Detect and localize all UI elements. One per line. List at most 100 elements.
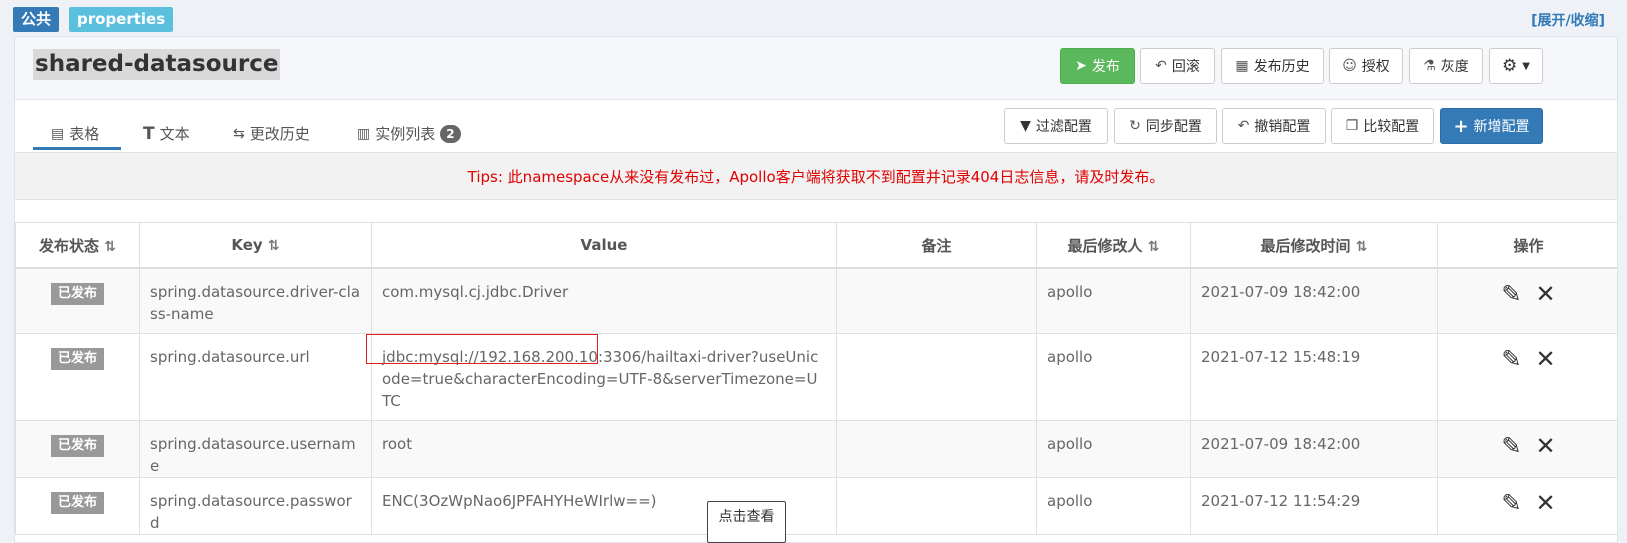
delete-icon[interactable]: ✕ <box>1536 433 1556 459</box>
panel-header: shared-datasource ➤ 发布 ↶ 回滚 ▦ 发布历史 ☺ 授权 … <box>15 37 1617 100</box>
tab-table[interactable]: ▤ 表格 <box>51 123 99 144</box>
cell-modifier: apollo <box>1036 332 1191 421</box>
table-row: 已发布 spring.datasource.url jdbc:mysql://1… <box>15 332 1617 421</box>
header-key[interactable]: Key ⇅ <box>139 222 372 269</box>
namespace-topbar: 公共 properties [展开/收缩] <box>0 0 1627 36</box>
cell-modifier: apollo <box>1036 267 1191 334</box>
sync-config-button[interactable]: ↻ 同步配置 <box>1114 108 1217 144</box>
rollback-button[interactable]: ↶ 回滚 <box>1140 48 1215 84</box>
cell-key: spring.datasource.username <box>139 419 372 478</box>
cell-comment <box>836 476 1037 535</box>
format-tag: properties <box>69 7 174 32</box>
filter-config-button[interactable]: ▼ 过滤配置 <box>1004 108 1108 144</box>
tab-text-label: 文本 <box>159 125 190 143</box>
revoke-config-button[interactable]: ↶ 撤销配置 <box>1222 108 1326 144</box>
active-tab-indicator <box>33 147 121 150</box>
exchange-icon: ⇆ <box>233 125 245 142</box>
sort-icon: ⇅ <box>1147 238 1160 255</box>
tab-change-history-label: 更改历史 <box>249 125 310 143</box>
flask-icon: ⚗ <box>1423 58 1436 74</box>
revoke-config-label: 撤销配置 <box>1254 119 1311 135</box>
caret-down-icon: ▼ <box>1522 60 1530 72</box>
header-status[interactable]: 发布状态 ⇅ <box>15 222 140 269</box>
calendar-icon: ▦ <box>1235 58 1249 74</box>
gray-release-button[interactable]: ⚗ 灰度 <box>1409 48 1483 84</box>
gray-release-label: 灰度 <box>1440 59 1469 75</box>
tab-table-label: 表格 <box>69 125 100 143</box>
edit-icon[interactable]: ✎ <box>1501 490 1521 516</box>
list-icon: ▥ <box>357 125 371 142</box>
cell-modifier: apollo <box>1036 476 1191 535</box>
namespace-panel: shared-datasource ➤ 发布 ↶ 回滚 ▦ 发布历史 ☺ 授权 … <box>14 36 1618 543</box>
filter-config-label: 过滤配置 <box>1035 119 1092 135</box>
table-header-row: 发布状态 ⇅ Key ⇅ Value 备注 最后修改人 ⇅ 最后修改时间 ⇅ 操… <box>15 222 1617 269</box>
status-badge: 已发布 <box>50 283 104 305</box>
sync-config-label: 同步配置 <box>1145 119 1202 135</box>
tab-change-history[interactable]: ⇆ 更改历史 <box>233 123 310 144</box>
tab-text[interactable]: T 文本 <box>143 123 190 144</box>
compare-config-button[interactable]: ❐ 比较配置 <box>1331 108 1434 144</box>
cell-value[interactable]: com.mysql.cj.jdbc.Driver <box>371 267 837 334</box>
publish-history-button[interactable]: ▦ 发布历史 <box>1221 48 1324 84</box>
sort-icon: ⇅ <box>104 238 116 255</box>
publish-label: 发布 <box>1091 59 1120 75</box>
cell-modifier: apollo <box>1036 419 1191 478</box>
plus-icon: + <box>1453 115 1469 137</box>
undo-icon: ↶ <box>1237 118 1250 134</box>
table-row: 已发布 spring.datasource.username root apol… <box>15 419 1617 478</box>
delete-icon[interactable]: ✕ <box>1536 490 1556 516</box>
filter-icon: ▼ <box>1020 118 1031 134</box>
cell-modified-time: 2021-07-12 11:54:29 <box>1190 476 1438 535</box>
authorize-label: 授权 <box>1361 59 1390 75</box>
highlight-annotation-box <box>366 334 598 364</box>
sort-icon: ⇅ <box>1355 238 1368 255</box>
add-config-label: 新增配置 <box>1473 119 1530 135</box>
publish-history-label: 发布历史 <box>1253 59 1310 75</box>
delete-icon[interactable]: ✕ <box>1536 281 1556 307</box>
cell-comment <box>836 332 1037 421</box>
table-row: 已发布 spring.datasource.driver-class-name … <box>15 267 1617 334</box>
view-tooltip: 点击查看 <box>707 501 786 543</box>
delete-icon[interactable]: ✕ <box>1536 346 1556 372</box>
publish-button[interactable]: ➤ 发布 <box>1060 48 1135 84</box>
table-row: 已发布 spring.datasource.password ENC(3OzWp… <box>15 476 1617 535</box>
edit-icon[interactable]: ✎ <box>1501 433 1521 459</box>
cell-key: spring.datasource.password <box>139 476 372 535</box>
instance-count-badge: 2 <box>440 124 461 143</box>
cell-modified-time: 2021-07-12 15:48:19 <box>1190 332 1438 421</box>
edit-icon[interactable]: ✎ <box>1501 281 1521 307</box>
copy-icon: ❐ <box>1345 118 1359 134</box>
cell-comment <box>836 267 1037 334</box>
sort-icon: ⇅ <box>267 238 280 254</box>
user-icon: ☺ <box>1342 58 1357 74</box>
compare-config-label: 比较配置 <box>1363 119 1420 135</box>
status-badge: 已发布 <box>50 347 104 370</box>
public-tag: 公共 <box>13 7 60 32</box>
cell-value[interactable]: root <box>371 419 837 478</box>
rollback-label: 回滚 <box>1171 59 1200 75</box>
status-badge: 已发布 <box>50 491 104 514</box>
table-icon: ▤ <box>51 125 65 142</box>
tab-instances-label: 实例列表 <box>375 125 436 143</box>
expand-collapse-link[interactable]: [展开/收缩] <box>1531 10 1605 30</box>
add-config-button[interactable]: + 新增配置 <box>1440 108 1543 144</box>
text-icon: T <box>143 123 155 144</box>
tips-banner: Tips: 此namespace从来没有发布过，Apollo客户端将获取不到配置… <box>15 152 1617 200</box>
authorize-button[interactable]: ☺ 授权 <box>1329 48 1403 84</box>
tab-instances[interactable]: ▥ 实例列表 2 <box>357 123 461 144</box>
config-table: 发布状态 ⇅ Key ⇅ Value 备注 最后修改人 ⇅ 最后修改时间 ⇅ 操… <box>15 222 1617 535</box>
cell-modified-time: 2021-07-09 18:42:00 <box>1190 267 1438 334</box>
gear-icon: ⚙ <box>1502 56 1518 76</box>
header-modified-time[interactable]: 最后修改时间 ⇅ <box>1190 222 1438 269</box>
header-operation: 操作 <box>1437 222 1617 269</box>
namespace-title: shared-datasource <box>33 49 281 80</box>
status-badge: 已发布 <box>50 434 104 457</box>
edit-icon[interactable]: ✎ <box>1501 346 1521 372</box>
settings-dropdown-button[interactable]: ⚙ ▼ <box>1489 48 1543 84</box>
refresh-icon: ↻ <box>1129 118 1141 134</box>
header-modifier[interactable]: 最后修改人 ⇅ <box>1036 222 1191 269</box>
tips-text: Tips: 此namespace从来没有发布过，Apollo客户端将获取不到配置… <box>467 167 1165 186</box>
cell-key: spring.datasource.url <box>139 332 372 421</box>
cell-comment <box>836 419 1037 478</box>
header-value: Value <box>371 222 837 269</box>
